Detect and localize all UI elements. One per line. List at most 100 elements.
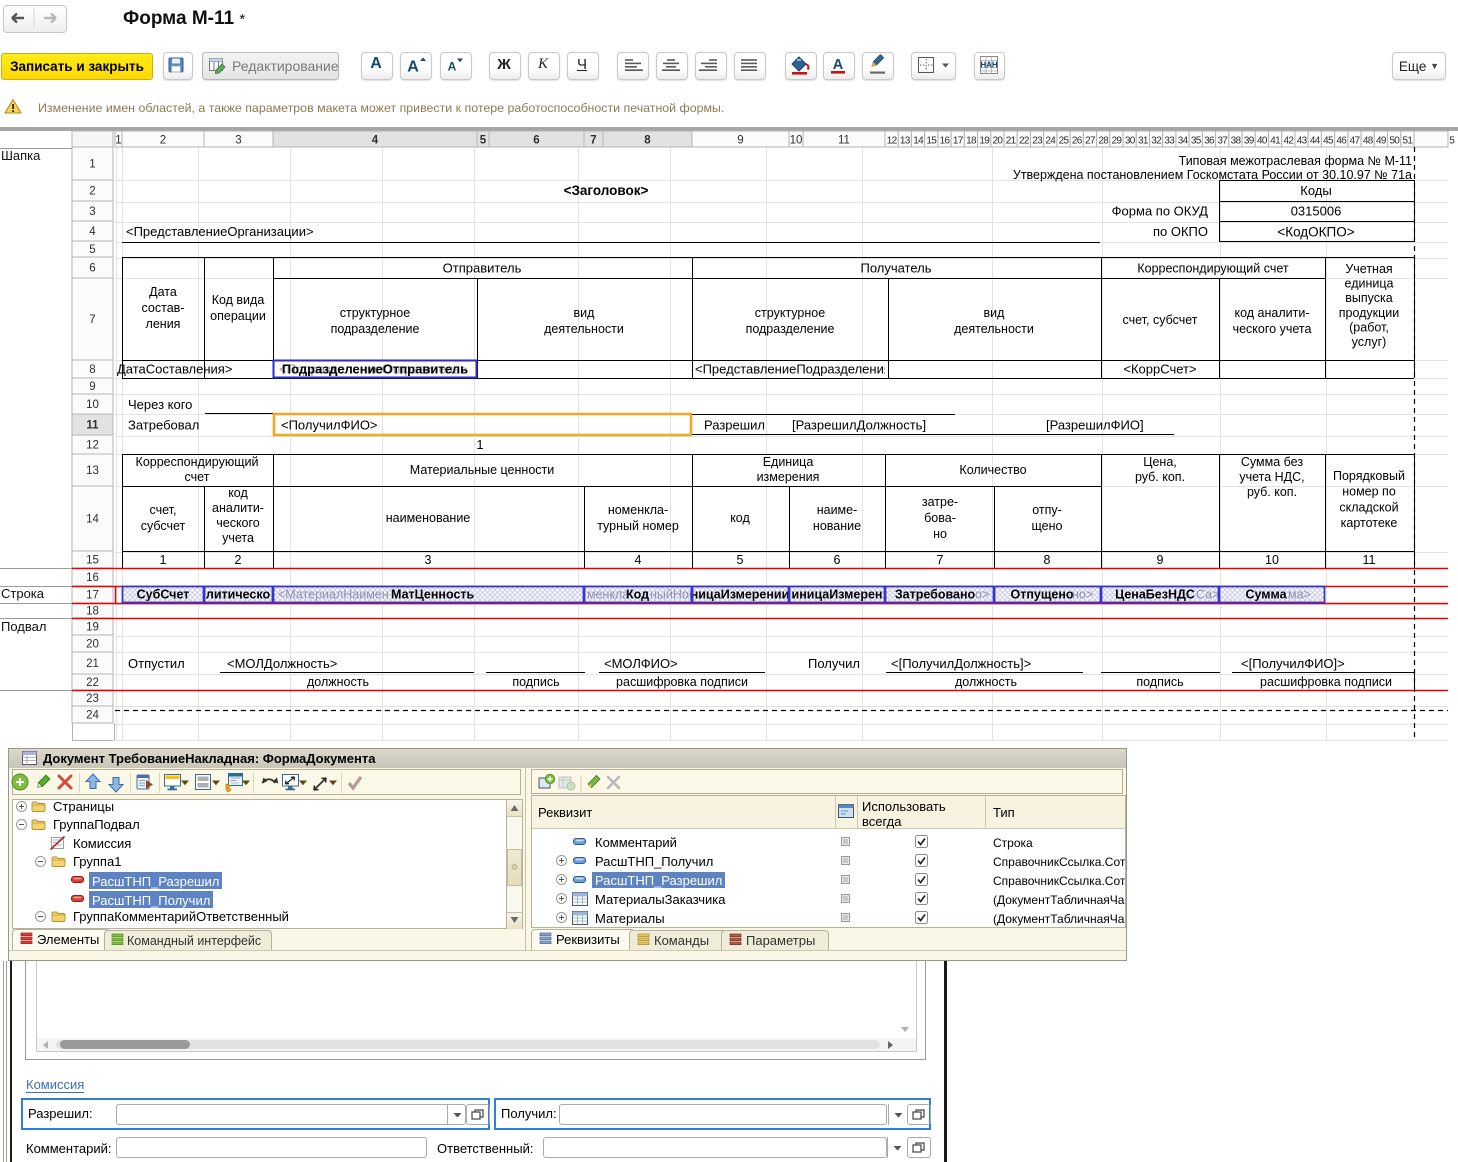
svg-text:номенкла-: номенкла-: [608, 503, 668, 517]
svg-text:(работ,: (работ,: [1349, 320, 1389, 334]
svg-text:измерения: измерения: [757, 470, 820, 484]
svg-text:Коды: Коды: [1300, 183, 1331, 198]
svg-text:<[ПолучилДолжность]>: <[ПолучилДолжность]>: [891, 656, 1031, 671]
svg-text:менкла: менкла: [587, 588, 629, 602]
svg-text:44: 44: [1310, 136, 1321, 147]
svg-text:0315006: 0315006: [1291, 204, 1342, 219]
svg-text:<КоррСчет>: <КоррСчет>: [1123, 362, 1196, 377]
svg-text:21: 21: [1006, 136, 1017, 147]
svg-text:Утверждена постановлением Госк: Утверждена постановлением Госкомстата Ро…: [1013, 168, 1412, 182]
svg-text:30: 30: [1125, 136, 1136, 147]
svg-text:17: 17: [953, 136, 964, 147]
svg-text:но>: но>: [1072, 588, 1093, 602]
svg-text:Получил: Получил: [808, 656, 860, 671]
svg-text:13: 13: [900, 136, 911, 147]
svg-text:ма>: ма>: [1288, 588, 1311, 602]
svg-text:48: 48: [1363, 136, 1374, 147]
svg-text:ЦенаБезНДС: ЦенаБезНДС: [1115, 588, 1195, 602]
svg-text:щено: щено: [1032, 519, 1063, 533]
svg-text:Са>: Са>: [1196, 588, 1219, 602]
svg-text:по ОКПО: по ОКПО: [1153, 224, 1208, 239]
svg-text:38: 38: [1231, 136, 1242, 147]
svg-text:продукции: продукции: [1339, 306, 1400, 320]
svg-text:Сумма без: Сумма без: [1241, 455, 1303, 469]
svg-text:деятельности: деятельности: [954, 322, 1034, 336]
svg-text:единица: единица: [1345, 277, 1394, 291]
svg-text:ныйНом: ныйНом: [650, 588, 697, 602]
svg-text:9: 9: [1157, 553, 1164, 567]
svg-text:26: 26: [1072, 136, 1083, 147]
svg-text:7: 7: [937, 553, 944, 567]
svg-text:подразделение: подразделение: [746, 322, 835, 336]
svg-text:29: 29: [1112, 136, 1123, 147]
svg-text:51: 51: [1403, 136, 1414, 147]
svg-text:15: 15: [926, 136, 937, 147]
svg-text:номер по: номер по: [1342, 485, 1396, 499]
svg-text:Количество: Количество: [959, 463, 1026, 477]
svg-text:11: 11: [838, 135, 850, 147]
svg-text:50: 50: [1389, 136, 1400, 147]
svg-text:22: 22: [1019, 136, 1030, 147]
svg-text:складской: складской: [1339, 500, 1398, 514]
svg-text:руб. коп.: руб. коп.: [1247, 485, 1297, 499]
svg-text:[РазрешилФИО]: [РазрешилФИО]: [1046, 418, 1144, 433]
svg-text:23: 23: [1032, 136, 1043, 147]
svg-text:деятельности: деятельности: [544, 322, 624, 336]
svg-text:Типовая межотраслевая форма №: Типовая межотраслевая форма № М-11: [1179, 154, 1412, 168]
svg-text:46: 46: [1336, 136, 1347, 147]
svg-text:19: 19: [979, 136, 990, 147]
svg-text:25: 25: [1059, 136, 1070, 147]
svg-text:затре-: затре-: [922, 495, 958, 509]
svg-text:Сумма: Сумма: [1245, 588, 1287, 602]
svg-text:49: 49: [1376, 136, 1387, 147]
svg-text:45: 45: [1323, 136, 1334, 147]
svg-text:расшифровка подписи: расшифровка подписи: [1260, 675, 1392, 689]
svg-text:34: 34: [1178, 136, 1189, 147]
svg-text:42: 42: [1284, 136, 1295, 147]
svg-text:турный номер: турный номер: [597, 519, 679, 533]
svg-text:нование: нование: [813, 519, 861, 533]
svg-text:41: 41: [1270, 136, 1281, 147]
svg-text:код: код: [730, 511, 750, 525]
svg-text:40: 40: [1257, 136, 1268, 147]
svg-text:Единица: Единица: [763, 455, 814, 469]
svg-text:картотеке: картотеке: [1341, 516, 1398, 530]
svg-text:14: 14: [913, 136, 924, 147]
svg-text:учета НДС,: учета НДС,: [1239, 470, 1304, 484]
svg-text:Цена,: Цена,: [1143, 455, 1177, 469]
svg-text:18: 18: [966, 136, 977, 147]
svg-text:6: 6: [533, 135, 539, 147]
svg-text:Отпущено: Отпущено: [1010, 588, 1073, 602]
svg-text:9: 9: [737, 135, 743, 147]
svg-text:о>: о>: [975, 588, 989, 602]
svg-text:37: 37: [1217, 136, 1228, 147]
svg-text:33: 33: [1164, 136, 1175, 147]
svg-text:16: 16: [940, 136, 951, 147]
svg-text:код аналити-: код аналити-: [1234, 306, 1309, 320]
svg-text:10: 10: [790, 135, 803, 147]
svg-text:счет, субсчет: счет, субсчет: [1123, 313, 1198, 327]
svg-text:43: 43: [1297, 136, 1308, 147]
svg-text:24: 24: [1045, 136, 1056, 147]
svg-text:36: 36: [1204, 136, 1215, 147]
svg-text:вид: вид: [574, 306, 596, 320]
svg-text:Учетная: Учетная: [1345, 262, 1392, 276]
svg-text:10: 10: [1265, 553, 1279, 567]
svg-text:8: 8: [1044, 553, 1051, 567]
svg-text:4: 4: [635, 553, 642, 567]
svg-text:12: 12: [887, 136, 898, 147]
svg-text:31: 31: [1138, 136, 1149, 147]
svg-text:28: 28: [1098, 136, 1109, 147]
svg-text:должность: должность: [955, 675, 1017, 689]
svg-text:иницаИзмерен: иницаИзмерен: [792, 588, 883, 602]
svg-text:<[ПолучилФИО]>: <[ПолучилФИО]>: [1241, 656, 1345, 671]
svg-text:5: 5: [737, 553, 744, 567]
svg-text:<ПредставлениеПодразделения>: <ПредставлениеПодразделения>: [695, 362, 898, 377]
svg-text:Порядковый: Порядковый: [1333, 469, 1405, 483]
svg-text:руб. коп.: руб. коп.: [1135, 470, 1185, 484]
svg-text:выпуска: выпуска: [1345, 291, 1392, 305]
svg-text:услуг): услуг): [1352, 335, 1387, 349]
svg-text:Форма по ОКУД: Форма по ОКУД: [1112, 204, 1209, 219]
svg-text:11: 11: [1363, 553, 1376, 567]
svg-text:<МОЛФИО>: <МОЛФИО>: [604, 656, 678, 671]
